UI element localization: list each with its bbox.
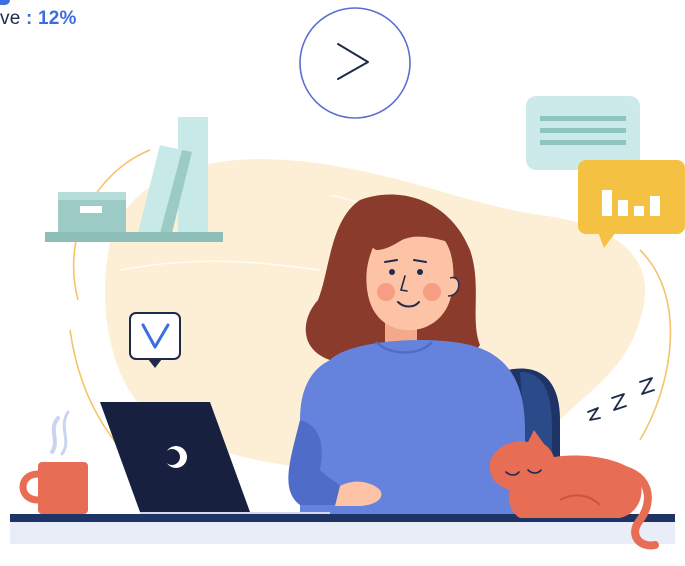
desk xyxy=(10,514,675,544)
checkmark-bubble-icon xyxy=(129,312,181,368)
clock-icon xyxy=(299,7,411,119)
coffee-mug-icon xyxy=(19,410,88,514)
illustration xyxy=(10,7,685,550)
outline-curve xyxy=(639,249,672,441)
